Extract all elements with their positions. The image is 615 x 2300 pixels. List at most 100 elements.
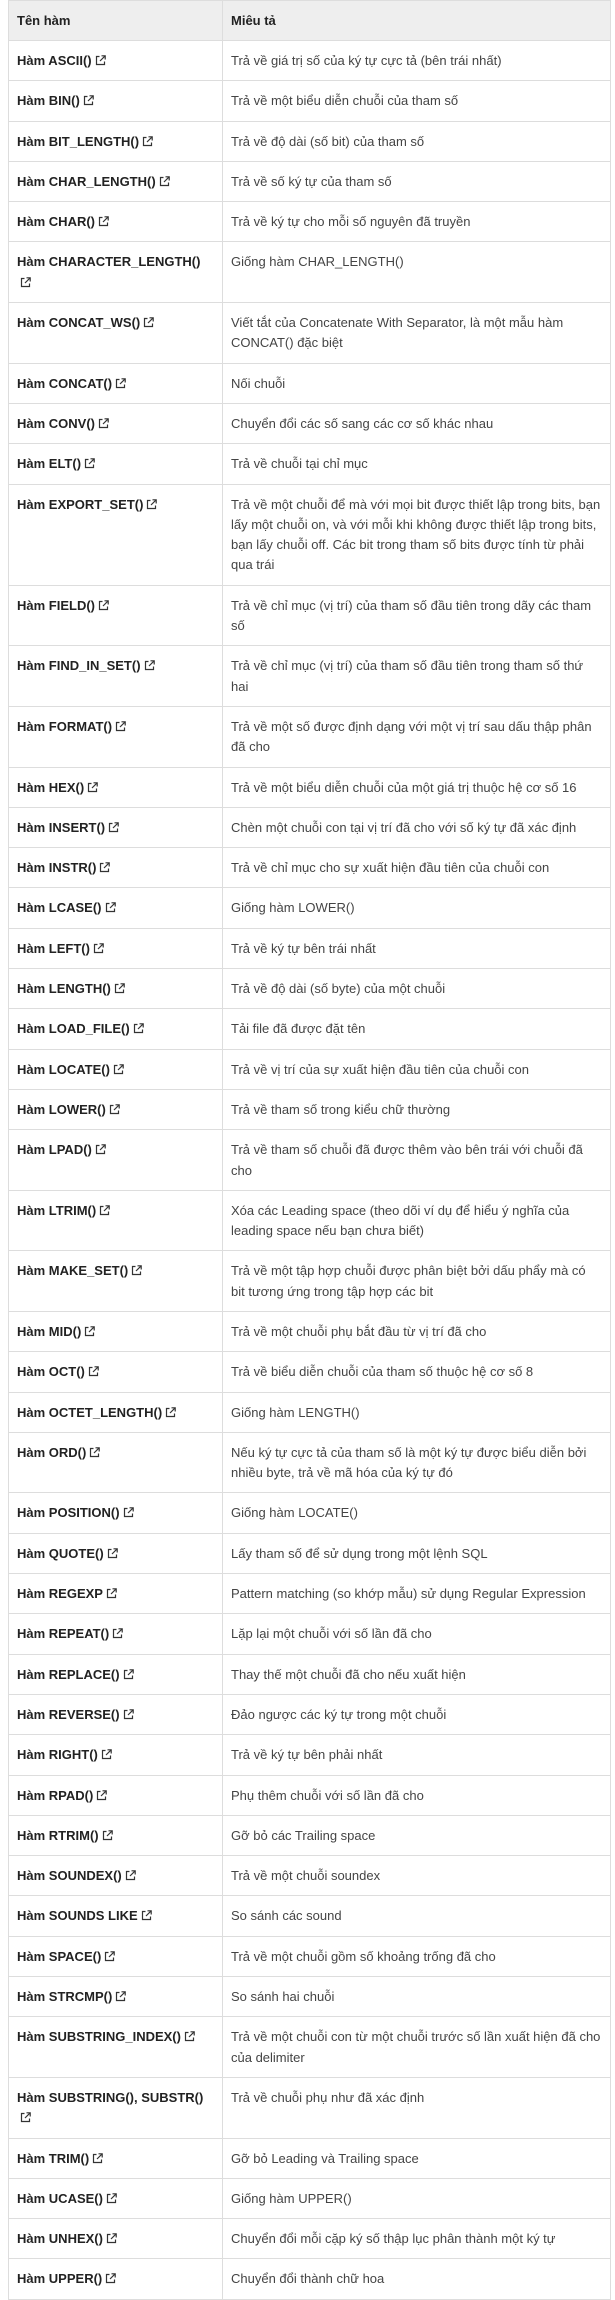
function-link[interactable]: Hàm STRCMP() xyxy=(17,1989,112,2004)
function-link[interactable]: Hàm SOUNDS LIKE xyxy=(17,1908,138,1923)
external-link-icon[interactable] xyxy=(123,1507,134,1518)
external-link-icon[interactable] xyxy=(115,1991,127,2002)
external-link-icon[interactable] xyxy=(123,1668,134,1680)
function-link[interactable]: Hàm QUOTE() xyxy=(17,1546,104,1561)
external-link-icon[interactable] xyxy=(102,1830,113,1841)
function-link[interactable]: Hàm BIN() xyxy=(17,93,80,108)
function-link[interactable]: Hàm UPPER() xyxy=(17,2271,102,2286)
external-link-icon[interactable] xyxy=(101,1749,112,1760)
function-link[interactable]: Hàm LTRIM() xyxy=(17,1203,96,1218)
function-link[interactable]: Hàm OCTET_LENGTH() xyxy=(17,1405,162,1420)
external-link-icon[interactable] xyxy=(105,902,116,913)
external-link-icon[interactable] xyxy=(96,1789,108,1801)
external-link-icon[interactable] xyxy=(108,822,119,833)
function-link[interactable]: Hàm FIND_IN_SET() xyxy=(17,658,141,673)
external-link-icon[interactable] xyxy=(84,1326,96,1337)
function-link[interactable]: Hàm REVERSE() xyxy=(17,1707,120,1722)
function-link[interactable]: Hàm HEX() xyxy=(17,780,84,795)
external-link-icon[interactable] xyxy=(114,983,125,994)
external-link-icon[interactable] xyxy=(98,599,109,611)
external-link-icon[interactable] xyxy=(106,2233,117,2244)
external-link-icon[interactable] xyxy=(112,1628,124,1639)
external-link-icon[interactable] xyxy=(20,276,31,288)
function-link[interactable]: Hàm REPLACE() xyxy=(17,1667,120,1682)
external-link-icon[interactable] xyxy=(89,1447,101,1458)
external-link-icon[interactable] xyxy=(87,781,98,793)
function-link[interactable]: Hàm REGEXP xyxy=(17,1586,103,1601)
external-link-icon[interactable] xyxy=(104,1950,116,1962)
function-link[interactable]: Hàm RIGHT() xyxy=(17,1747,98,1762)
function-link[interactable]: Hàm CHARACTER_LENGTH() xyxy=(17,254,200,269)
external-link-icon[interactable] xyxy=(143,317,155,328)
function-link[interactable]: Hàm FIELD() xyxy=(17,598,95,613)
function-link[interactable]: Hàm RPAD() xyxy=(17,1788,93,1803)
external-link-icon[interactable] xyxy=(115,377,126,389)
external-link-icon[interactable] xyxy=(142,135,153,147)
function-link[interactable]: Hàm UNHEX() xyxy=(17,2231,103,2246)
external-link-icon[interactable] xyxy=(125,1870,136,1881)
external-link-icon[interactable] xyxy=(83,95,94,106)
function-link[interactable]: Hàm ASCII() xyxy=(17,53,92,68)
external-link-icon[interactable] xyxy=(115,721,126,732)
function-link[interactable]: Hàm CHAR_LENGTH() xyxy=(17,174,156,189)
function-link[interactable]: Hàm MAKE_SET() xyxy=(17,1263,128,1278)
external-link-icon[interactable] xyxy=(107,1547,118,1559)
external-link-icon[interactable] xyxy=(106,1588,117,1599)
function-link[interactable]: Hàm ELT() xyxy=(17,456,81,471)
table-row: Hàm ELT() Trả về chuỗi tại chỉ mục xyxy=(8,443,611,485)
function-link[interactable]: Hàm ORD() xyxy=(17,1445,86,1460)
function-link[interactable]: Hàm OCT() xyxy=(17,1364,85,1379)
function-link[interactable]: Hàm CHAR() xyxy=(17,214,95,229)
function-link[interactable]: Hàm LEFT() xyxy=(17,941,90,956)
function-link[interactable]: Hàm LOWER() xyxy=(17,1102,106,1117)
external-link-icon[interactable] xyxy=(99,862,111,873)
function-link[interactable]: Hàm INSTR() xyxy=(17,860,96,875)
external-link-icon[interactable] xyxy=(20,2112,31,2123)
external-link-icon[interactable] xyxy=(146,498,158,510)
external-link-icon[interactable] xyxy=(109,1104,120,1115)
function-link[interactable]: Hàm LOCATE() xyxy=(17,1062,110,1077)
function-link[interactable]: Hàm CONCAT_WS() xyxy=(17,315,140,330)
external-link-icon[interactable] xyxy=(95,1144,106,1155)
external-link-icon[interactable] xyxy=(113,1063,124,1075)
function-link[interactable]: Hàm FORMAT() xyxy=(17,719,112,734)
function-link[interactable]: Hàm LCASE() xyxy=(17,900,102,915)
external-link-icon[interactable] xyxy=(99,1204,111,1216)
function-link[interactable]: Hàm REPEAT() xyxy=(17,1626,109,1641)
external-link-icon[interactable] xyxy=(98,418,109,429)
function-link[interactable]: Hàm UCASE() xyxy=(17,2191,103,2206)
external-link-icon[interactable] xyxy=(141,1910,152,1921)
function-link[interactable]: Hàm SPACE() xyxy=(17,1949,101,1964)
external-link-icon[interactable] xyxy=(159,176,170,187)
function-link[interactable]: Hàm SUBSTRING(), SUBSTR() xyxy=(17,2090,203,2105)
external-link-icon[interactable] xyxy=(98,216,109,227)
function-link[interactable]: Hàm CONV() xyxy=(17,416,95,431)
function-link[interactable]: Hàm INSERT() xyxy=(17,820,105,835)
external-link-icon[interactable] xyxy=(88,1366,99,1377)
function-link[interactable]: Hàm CONCAT() xyxy=(17,376,112,391)
external-link-icon[interactable] xyxy=(123,1709,134,1720)
external-link-icon[interactable] xyxy=(92,2152,104,2164)
function-link[interactable]: Hàm SUBSTRING_INDEX() xyxy=(17,2029,181,2044)
external-link-icon[interactable] xyxy=(133,1023,144,1034)
function-link[interactable]: Hàm POSITION() xyxy=(17,1505,120,1520)
external-link-icon[interactable] xyxy=(95,55,106,66)
external-link-icon[interactable] xyxy=(93,942,104,954)
external-link-icon[interactable] xyxy=(131,1265,143,1276)
function-description: Trả về một biểu diễn chuỗi của tham số xyxy=(222,80,611,122)
external-link-icon[interactable] xyxy=(144,660,155,671)
function-link[interactable]: Hàm BIT_LENGTH() xyxy=(17,134,139,149)
function-link[interactable]: Hàm LPAD() xyxy=(17,1142,92,1157)
function-link[interactable]: Hàm MID() xyxy=(17,1324,81,1339)
external-link-icon[interactable] xyxy=(105,2273,117,2284)
function-link[interactable]: Hàm LOAD_FILE() xyxy=(17,1021,130,1036)
external-link-icon[interactable] xyxy=(84,458,95,469)
external-link-icon[interactable] xyxy=(106,2193,117,2204)
function-link[interactable]: Hàm TRIM() xyxy=(17,2151,89,2166)
function-link[interactable]: Hàm LENGTH() xyxy=(17,981,111,996)
external-link-icon[interactable] xyxy=(165,1406,176,1418)
external-link-icon[interactable] xyxy=(184,2031,195,2042)
function-link[interactable]: Hàm SOUNDEX() xyxy=(17,1868,122,1883)
function-link[interactable]: Hàm RTRIM() xyxy=(17,1828,99,1843)
function-link[interactable]: Hàm EXPORT_SET() xyxy=(17,497,143,512)
